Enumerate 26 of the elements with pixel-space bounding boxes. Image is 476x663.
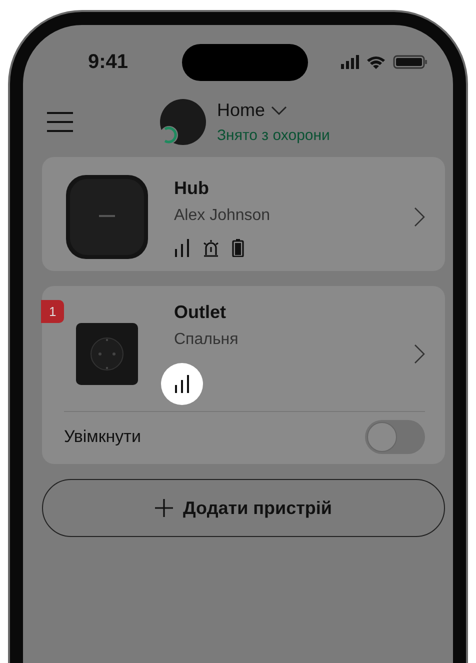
add-device-button[interactable]: Додати пристрій [42, 479, 445, 537]
battery-icon [232, 238, 244, 256]
chevron-down-icon[interactable] [271, 106, 288, 116]
arm-status: Знято з охорони [217, 127, 330, 144]
battery-icon [393, 55, 427, 69]
chevron-right-icon [414, 207, 425, 227]
plus-icon [155, 499, 174, 517]
device-location: Alex Johnson [174, 206, 272, 224]
device-name: Outlet [174, 302, 227, 323]
signal-icon [174, 375, 190, 393]
device-card[interactable]: 1 Outlet Спальня Увімкнути [42, 286, 445, 464]
device-card[interactable]: Hub Alex Johnson [42, 157, 445, 271]
home-name[interactable]: Home [217, 100, 266, 121]
device-name: Hub [174, 178, 210, 198]
status-time: 9:41 [88, 50, 130, 74]
toggle-label: Увімкнути [64, 427, 141, 447]
signal-icon [174, 238, 190, 256]
wifi-icon [367, 55, 385, 69]
menu-icon[interactable] [47, 112, 73, 132]
hub-avatar-icon[interactable] [159, 98, 207, 146]
chevron-right-icon [414, 344, 425, 364]
device-location: Спальня [174, 331, 240, 349]
notification-badge: 1 [41, 300, 64, 323]
power-switch[interactable] [365, 420, 425, 454]
cellular-signal-icon [341, 55, 359, 69]
siren-icon [202, 238, 220, 256]
